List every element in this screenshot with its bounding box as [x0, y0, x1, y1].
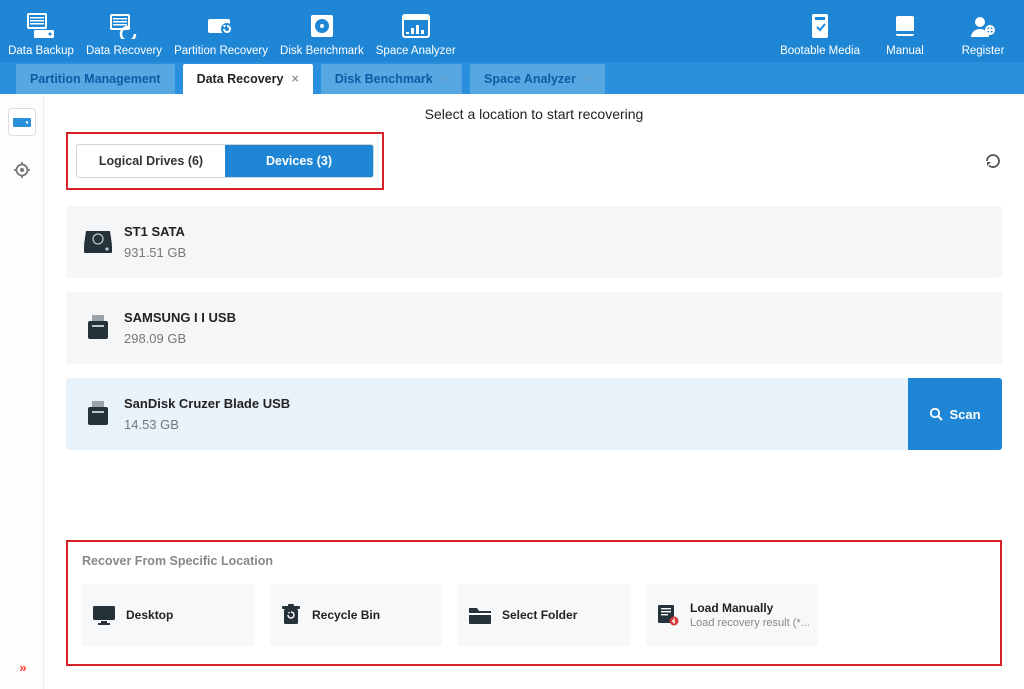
ribbon-partition-recovery[interactable]: Partition Recovery — [168, 5, 274, 57]
ribbon-label: Disk Benchmark — [280, 45, 364, 57]
folder-icon — [468, 605, 492, 625]
hdd-icon — [82, 227, 124, 257]
device-row[interactable]: SanDisk Cruzer Blade USB 14.53 GB Scan — [66, 378, 1002, 450]
location-cards: Desktop Recycle Bin Select Folder — [82, 584, 986, 646]
desktop-icon — [92, 604, 116, 626]
tab-data-recovery[interactable]: Data Recovery × — [183, 64, 313, 94]
highlight-box-toggle: Logical Drives (6) Devices (3) — [66, 132, 384, 190]
location-select-folder[interactable]: Select Folder — [458, 584, 630, 646]
ribbon-label: Data Recovery — [86, 45, 162, 57]
scan-label: Scan — [949, 407, 980, 422]
ribbon-label: Data Backup — [8, 45, 74, 57]
device-list: ST1 SATA 931.51 GB SAMSUNG I I USB 298.0… — [66, 206, 1002, 450]
location-load-manually[interactable]: Load Manually Load recovery result (*... — [646, 584, 818, 646]
tab-close-icon[interactable]: × — [291, 72, 298, 86]
device-meta: ST1 SATA 931.51 GB — [124, 224, 186, 260]
ribbon-disk-benchmark[interactable]: Disk Benchmark — [274, 5, 370, 57]
ribbon-label: Manual — [886, 45, 924, 57]
specific-location-panel: Recover From Specific Location Desktop R… — [66, 540, 1002, 666]
ribbon-left-group: Data Backup Data Recovery Partition Reco… — [2, 5, 462, 57]
expand-sidebar-icon[interactable]: » — [0, 660, 43, 675]
location-recycle-bin[interactable]: Recycle Bin — [270, 584, 442, 646]
tab-label: Disk Benchmark — [335, 72, 433, 86]
location-label: Desktop — [126, 608, 173, 622]
device-row[interactable]: SAMSUNG I I USB 298.09 GB — [66, 292, 1002, 364]
data-recovery-icon — [110, 11, 138, 41]
device-size: 931.51 GB — [124, 245, 186, 260]
ribbon-manual[interactable]: Manual — [866, 5, 944, 57]
device-size: 14.53 GB — [124, 417, 290, 432]
partition-recovery-icon — [207, 11, 235, 41]
side-settings-button[interactable] — [8, 156, 36, 184]
page-headline: Select a location to start recovering — [66, 106, 1002, 122]
tab-space-analyzer[interactable]: Space Analyzer × — [470, 64, 605, 94]
ribbon-right-group: Bootable Media Manual Register — [774, 5, 1022, 57]
usb-drive-icon — [82, 399, 124, 429]
top-ribbon: Data Backup Data Recovery Partition Reco… — [0, 0, 1024, 62]
manual-icon — [893, 11, 917, 41]
register-icon — [970, 11, 996, 41]
ribbon-label: Register — [962, 45, 1005, 57]
main-panel: Select a location to start recovering Lo… — [44, 94, 1024, 689]
ribbon-label: Space Analyzer — [376, 45, 456, 57]
tab-label: Space Analyzer — [484, 72, 576, 86]
location-label: Recycle Bin — [312, 608, 380, 622]
drive-icon — [13, 115, 31, 129]
toggle-devices[interactable]: Devices (3) — [225, 145, 373, 177]
gear-icon — [14, 162, 30, 178]
device-name: SanDisk Cruzer Blade USB — [124, 396, 290, 411]
device-meta: SanDisk Cruzer Blade USB 14.53 GB — [124, 396, 290, 432]
device-name: ST1 SATA — [124, 224, 186, 239]
bootable-media-icon — [809, 11, 831, 41]
ribbon-data-backup[interactable]: Data Backup — [2, 5, 80, 57]
disk-benchmark-icon — [309, 11, 335, 41]
space-analyzer-icon — [402, 11, 430, 41]
device-meta: SAMSUNG I I USB 298.09 GB — [124, 310, 236, 346]
data-backup-icon — [27, 11, 55, 41]
scan-button[interactable]: Scan — [908, 378, 1002, 450]
device-row[interactable]: ST1 SATA 931.51 GB — [66, 206, 1002, 278]
ribbon-label: Bootable Media — [780, 45, 860, 57]
device-name: SAMSUNG I I USB — [124, 310, 236, 325]
location-label: Load Manually — [690, 601, 810, 615]
toggle-logical-drives[interactable]: Logical Drives (6) — [77, 145, 225, 177]
refresh-button[interactable] — [984, 152, 1002, 170]
device-size: 298.09 GB — [124, 331, 236, 346]
workspace: » Select a location to start recovering … — [0, 94, 1024, 689]
tab-label: Data Recovery — [197, 72, 284, 86]
tab-close-icon[interactable]: × — [584, 72, 591, 86]
usb-drive-icon — [82, 313, 124, 343]
ribbon-bootable-media[interactable]: Bootable Media — [774, 5, 866, 57]
toggle-row: Logical Drives (6) Devices (3) — [66, 132, 1002, 190]
tab-disk-benchmark[interactable]: Disk Benchmark × — [321, 64, 462, 94]
refresh-icon — [984, 152, 1002, 170]
ribbon-space-analyzer[interactable]: Space Analyzer — [370, 5, 462, 57]
specific-location-title: Recover From Specific Location — [82, 554, 986, 568]
ribbon-register[interactable]: Register — [944, 5, 1022, 57]
ribbon-data-recovery[interactable]: Data Recovery — [80, 5, 168, 57]
side-rail: » — [0, 94, 44, 689]
tab-label: Partition Management — [30, 72, 161, 86]
location-label: Select Folder — [502, 608, 577, 622]
tab-partition-management[interactable]: Partition Management — [16, 64, 175, 94]
ribbon-label: Partition Recovery — [174, 45, 268, 57]
search-icon — [929, 407, 943, 421]
drive-type-toggle: Logical Drives (6) Devices (3) — [76, 144, 374, 178]
side-recovery-button[interactable] — [8, 108, 36, 136]
tab-close-icon[interactable]: × — [441, 72, 448, 86]
location-desktop[interactable]: Desktop — [82, 584, 254, 646]
location-subtext: Load recovery result (*... — [690, 617, 810, 629]
load-manually-icon — [656, 604, 680, 626]
tabs-bar: Partition Management Data Recovery × Dis… — [0, 62, 1024, 94]
recycle-bin-icon — [280, 604, 302, 626]
